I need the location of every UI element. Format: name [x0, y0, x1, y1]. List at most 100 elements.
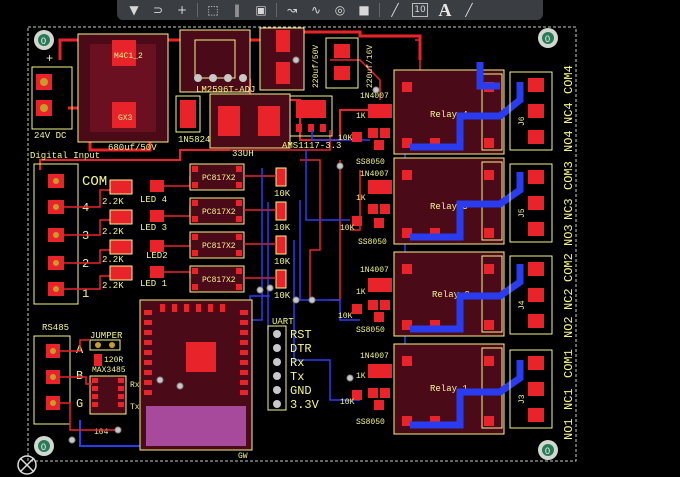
ss8050-1: SS8050 — [356, 418, 385, 427]
uart-tx-label: Tx — [290, 370, 304, 384]
via-tool-icon[interactable]: ◎ — [329, 1, 351, 19]
led1-label: LED 1 — [140, 279, 167, 289]
com2-label: COM2 — [562, 253, 576, 282]
res10k-rel1: 10K — [340, 398, 355, 407]
cap1-label: 220uf/50V — [312, 45, 321, 88]
chart-tool-icon[interactable]: ‖ — [226, 1, 248, 19]
res1k-3: 1K — [356, 194, 366, 203]
rs485-b-label: B — [76, 369, 83, 383]
toolbar-separator — [197, 3, 198, 17]
led3-label: LED 3 — [140, 223, 167, 233]
toolbar-separator — [379, 3, 380, 17]
svg-text:0: 0 — [41, 36, 46, 46]
mounting-hole: 0 — [538, 440, 558, 460]
component-tool-icon[interactable]: ▣ — [250, 1, 272, 19]
res10k-rel3: 10K — [340, 224, 355, 233]
res10k-c: 10K — [274, 257, 291, 267]
res10k-rel2: 10K — [338, 312, 353, 321]
fill-tool-icon[interactable]: ■ — [353, 1, 375, 19]
opto2-label: PC817X2 — [202, 242, 236, 251]
no4-label: NO4 — [562, 130, 576, 152]
line-tool-icon[interactable]: ╱ — [384, 1, 406, 19]
res-2k2-3: 2.2K — [102, 227, 124, 237]
text-tool-icon[interactable]: A — [434, 0, 456, 20]
uart-rx-label: Rx — [290, 356, 304, 370]
ss8050-3: SS8050 — [358, 238, 387, 247]
diode-rel2-label: 1N4007 — [360, 266, 389, 275]
j4-label: J4 — [518, 300, 527, 310]
ldo-label: AMS1117-3.3 — [282, 141, 341, 151]
diode-rel3-label: 1N4007 — [360, 170, 389, 179]
nc4-label: NC4 — [562, 102, 576, 124]
diode-rel1-label: 1N4007 — [360, 352, 389, 361]
plus-label: + — [46, 52, 53, 66]
mounting-hole: 0 — [34, 436, 54, 456]
res10k-a: 10K — [274, 189, 291, 199]
cap2-label: 220uf/16V — [366, 45, 375, 88]
no3-label: NO3 — [562, 224, 576, 246]
cap-main-label: 680uf/50V — [108, 143, 157, 153]
pcb-board: 0 0 0 0 24V DC + M4C1_2 GX3 680uf/50V LM… — [27, 26, 577, 462]
svg-text:0: 0 — [545, 34, 550, 44]
com1-label: COM1 — [562, 349, 576, 378]
svg-text:0: 0 — [545, 446, 550, 456]
opto4-label: PC817X2 — [202, 174, 236, 183]
regulator-footprint — [179, 29, 251, 93]
place-tool-icon[interactable]: + — [171, 1, 193, 19]
nc2-label: NC2 — [562, 288, 576, 310]
draw-line-tool-icon[interactable]: ╱ — [458, 1, 480, 19]
gnd-pad-label: GX3 — [118, 114, 133, 123]
power-in-label: 24V DC — [34, 131, 67, 141]
origin-marker-icon — [17, 455, 37, 475]
toolbar-separator — [276, 3, 277, 17]
res-2k2-2: 2.2K — [102, 255, 124, 265]
com3-label: COM3 — [562, 161, 576, 190]
no1-label: NO1 — [562, 418, 576, 440]
nc1-label: NC1 — [562, 388, 576, 410]
uart-dtr-label: DTR — [290, 342, 312, 356]
mounting-hole: 0 — [538, 28, 558, 48]
nc3-label: NC3 — [562, 198, 576, 220]
diff-pair-tool-icon[interactable]: ∿ — [305, 1, 327, 19]
route-tool-icon[interactable]: ⊃ — [147, 1, 169, 19]
uart-rst-label: RST — [290, 328, 312, 342]
select-rect-tool-icon[interactable]: ⬚ — [202, 1, 224, 19]
res1k-2: 1K — [356, 288, 366, 297]
rs485-g-label: G — [76, 397, 83, 411]
filter-tool-icon[interactable]: ▼ — [123, 1, 145, 19]
input-2-label: 2 — [82, 257, 89, 271]
svg-text:0: 0 — [41, 442, 46, 452]
res-2k2-4: 2.2K — [102, 197, 124, 207]
ss8050-2: SS8050 — [356, 326, 385, 335]
res10k-rel4: 10K — [338, 134, 353, 143]
inductor-label: 33UH — [232, 149, 254, 159]
led4-label: LED 4 — [140, 195, 167, 205]
j6-label: J6 — [518, 116, 527, 126]
editor-toolbar: ▼ ⊃ + ⬚ ‖ ▣ ↝ ∿ ◎ ■ ╱ 10 A ╱ — [117, 0, 543, 20]
uart-3v3-label: 3.3V — [290, 398, 320, 412]
j3-label: J3 — [518, 394, 527, 404]
uart-gnd-label: GND — [290, 384, 312, 398]
j5-label: J5 — [518, 208, 527, 218]
rs485-tx-label: Tx — [130, 403, 140, 412]
res120-label: 120R — [104, 356, 123, 365]
string-tool-icon[interactable]: 10 — [412, 3, 428, 17]
res-2k2-1: 2.2K — [102, 281, 124, 291]
input-4-label: 4 — [82, 201, 89, 215]
res1k-1: 1K — [356, 372, 366, 381]
digital-input-label: Digital Input — [30, 151, 100, 161]
com4-label: COM4 — [562, 65, 576, 94]
max-chip-label: MAX3485 — [92, 366, 126, 375]
mounting-hole: 0 — [34, 30, 54, 50]
opto1-label: PC817X2 — [202, 276, 236, 285]
led2-label: LED2 — [146, 251, 168, 261]
no2-label: NO2 — [562, 316, 576, 338]
mcu-label: GW — [238, 452, 248, 461]
fuse-label: M4C1_2 — [114, 52, 143, 61]
diode-rel4-label: 1N4007 — [360, 92, 389, 101]
opto3-label: PC817X2 — [202, 208, 236, 217]
interactive-route-tool-icon[interactable]: ↝ — [281, 1, 303, 19]
ss8050-4: SS8050 — [356, 158, 385, 167]
input-3-label: 3 — [82, 229, 89, 243]
res1k-4: 1K — [356, 112, 366, 121]
